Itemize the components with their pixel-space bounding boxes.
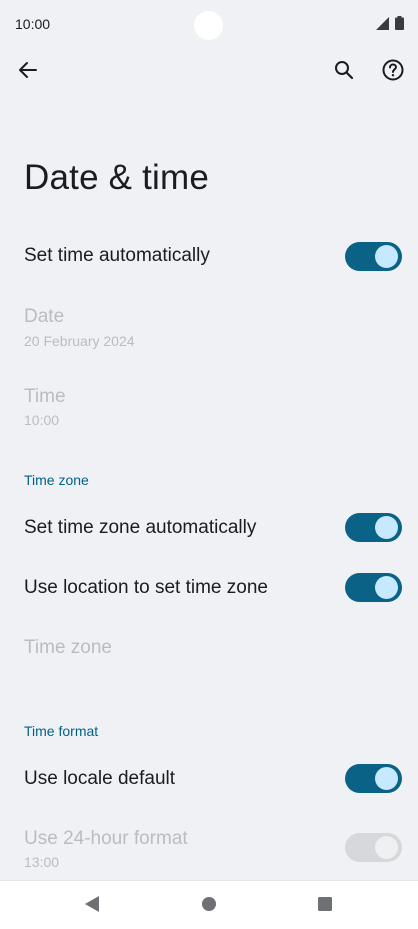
- switch-thumb: [375, 576, 398, 599]
- set-time-zone-automatically-row[interactable]: Set time zone automatically: [0, 503, 418, 553]
- status-bar: 10:00: [0, 0, 418, 50]
- search-icon: [334, 60, 354, 85]
- nav-home-button[interactable]: [196, 893, 222, 919]
- switch-thumb: [375, 767, 398, 790]
- use-24-hour-format-label: Use 24-hour format: [24, 828, 188, 849]
- circle-home-icon: [201, 896, 217, 917]
- switch-thumb: [375, 836, 398, 859]
- use-location-time-zone-row[interactable]: Use location to set time zone: [0, 563, 418, 613]
- time-format-section-header: Time format: [24, 723, 99, 739]
- use-locale-default-label: Use locale default: [24, 768, 176, 789]
- nav-back-button[interactable]: [79, 893, 105, 919]
- use-24-hour-format-switch: [345, 833, 402, 862]
- page-title: Date & time: [24, 158, 210, 197]
- time-row: Time 10:00: [0, 380, 418, 436]
- status-icons: [376, 16, 404, 30]
- date-label: Date: [24, 306, 65, 327]
- use-24-hour-format-value: 13:00: [24, 854, 60, 870]
- switch-thumb: [375, 516, 398, 539]
- time-zone-label: Time zone: [24, 637, 112, 658]
- date-value: 20 February 2024: [24, 333, 135, 349]
- triangle-back-icon: [84, 895, 100, 918]
- app-bar: [0, 52, 418, 94]
- status-time: 10:00: [15, 16, 51, 32]
- time-zone-row: Time zone: [0, 625, 418, 671]
- navigation-bar: [0, 880, 418, 929]
- signal-icon: [376, 16, 389, 30]
- use-location-time-zone-switch[interactable]: [345, 573, 402, 602]
- arrow-left-icon: [18, 60, 38, 85]
- set-time-automatically-switch[interactable]: [345, 242, 402, 271]
- use-locale-default-switch[interactable]: [345, 764, 402, 793]
- camera-cutout: [194, 11, 223, 40]
- set-time-automatically-label: Set time automatically: [24, 245, 210, 266]
- set-time-zone-automatically-switch[interactable]: [345, 513, 402, 542]
- search-button[interactable]: [324, 52, 364, 92]
- use-location-time-zone-label: Use location to set time zone: [24, 577, 268, 598]
- switch-thumb: [375, 245, 398, 268]
- use-24-hour-format-row: Use 24-hour format 13:00: [0, 820, 418, 876]
- help-button[interactable]: [373, 52, 413, 92]
- set-time-zone-automatically-label: Set time zone automatically: [24, 517, 257, 538]
- back-button[interactable]: [8, 52, 48, 92]
- use-locale-default-row[interactable]: Use locale default: [0, 754, 418, 804]
- nav-recents-button[interactable]: [312, 893, 338, 919]
- date-row: Date 20 February 2024: [0, 300, 418, 356]
- square-recents-icon: [317, 896, 333, 917]
- time-value: 10:00: [24, 412, 60, 428]
- time-label: Time: [24, 386, 66, 407]
- set-time-automatically-row[interactable]: Set time automatically: [0, 232, 418, 282]
- time-zone-section-header: Time zone: [24, 472, 89, 488]
- help-circle-icon: [382, 59, 404, 86]
- battery-icon: [395, 16, 404, 30]
